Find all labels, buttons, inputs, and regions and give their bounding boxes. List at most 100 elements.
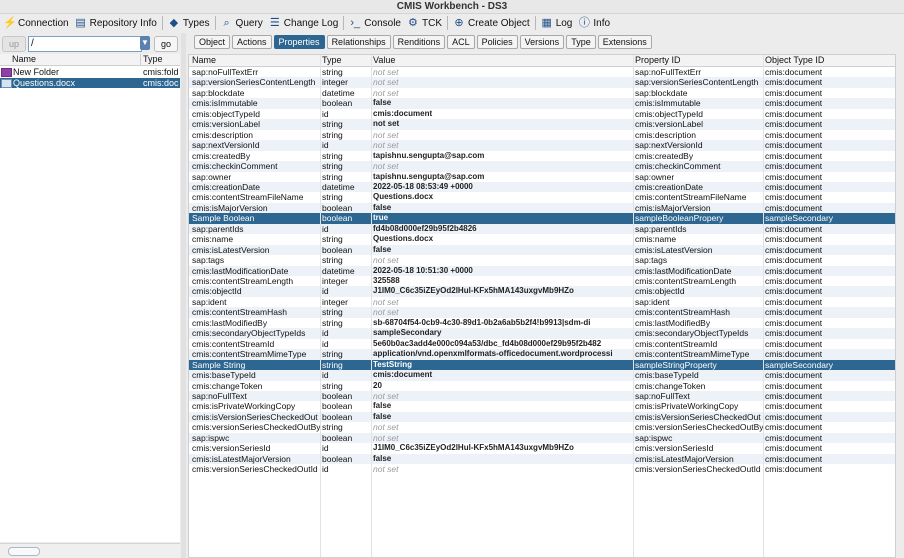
info-icon: ⓘ xyxy=(578,17,590,29)
console-button[interactable]: ›_ Console xyxy=(346,14,404,32)
property-row[interactable]: cmis:changeToken string 20 cmis:changeToken… xyxy=(189,381,895,392)
navigator-horizontal-scrollbar[interactable] xyxy=(0,543,180,558)
property-row[interactable]: cmis:isLatestVersion boolean false cmis:isL… xyxy=(189,244,895,256)
property-object-type-id: cmis:document xyxy=(765,432,823,443)
property-row[interactable]: sap:noFullTextErr string not set sap:noFull… xyxy=(189,67,895,78)
tab-renditions[interactable]: Renditions xyxy=(392,35,446,49)
property-row[interactable]: sap:owner string tapishnu.sengupta@sap.com… xyxy=(189,172,895,183)
property-name: cmis:description xyxy=(192,129,253,140)
column-header-name[interactable]: Name xyxy=(12,54,36,65)
property-row[interactable]: sap:tags string not set sap:tags cmis:docume… xyxy=(189,255,895,266)
go-button[interactable]: go xyxy=(154,36,178,52)
create-object-button[interactable]: ⊕ Create Object xyxy=(450,14,533,32)
path-input[interactable]: / xyxy=(28,36,142,52)
tck-button[interactable]: ⚙ TCK xyxy=(404,14,445,32)
connection-button[interactable]: ⚡ Connection xyxy=(0,14,72,32)
property-row[interactable]: sap:ident integer not set sap:ident cmis:doc… xyxy=(189,297,895,308)
tab-extensions[interactable]: Extensions xyxy=(597,35,652,49)
property-row[interactable]: cmis:checkinComment string not set cmis:che… xyxy=(189,161,895,172)
property-type: id xyxy=(322,223,329,234)
change-log-button[interactable]: ☰ Change Log xyxy=(266,14,342,32)
property-row[interactable]: cmis:versionSeriesCheckedOutBy string not … xyxy=(189,422,895,433)
property-property-id: cmis:versionSeriesCheckedOutBy xyxy=(635,422,763,433)
property-row[interactable]: cmis:isVersionSeriesCheckedOut boolean fal… xyxy=(189,411,895,423)
navigator-item[interactable]: Questions.docx cmis:doc xyxy=(0,77,180,88)
property-row[interactable]: cmis:isLatestMajorVersion boolean false cmi… xyxy=(189,453,895,465)
property-row[interactable]: cmis:contentStreamId id 5e60b0ac3add4e000c… xyxy=(189,339,895,350)
tab-versions[interactable]: Versions xyxy=(519,35,565,49)
property-row[interactable]: cmis:createdBy string tapishnu.sengupta@sa… xyxy=(189,151,895,162)
property-row[interactable]: cmis:lastModifiedBy string sb-68704f54-0cb… xyxy=(189,318,895,329)
property-name: cmis:isImmutable xyxy=(192,98,258,109)
property-type: id xyxy=(322,140,329,151)
property-row[interactable]: cmis:isImmutable boolean false cmis:isImmut… xyxy=(189,98,895,109)
property-row[interactable]: cmis:contentStreamMimeType string applicat… xyxy=(189,349,895,360)
property-property-id: cmis:objectTypeId xyxy=(635,108,704,119)
tab-object[interactable]: Object xyxy=(194,35,231,49)
property-name: cmis:contentStreamId xyxy=(192,338,275,349)
property-type: datetime xyxy=(322,265,355,276)
path-dropdown-button[interactable]: ▼ xyxy=(140,36,150,50)
column-header-name[interactable]: Name xyxy=(192,55,320,66)
property-row[interactable]: sap:blockdate datetime not set sap:blockdat… xyxy=(189,88,895,99)
toolbar-separator xyxy=(534,16,536,30)
property-row[interactable]: Sample String string TestString sampleStrin… xyxy=(189,359,895,371)
log-button[interactable]: ▦ Log xyxy=(538,14,576,32)
property-type: string xyxy=(322,422,343,433)
property-row[interactable]: cmis:baseTypeId id cmis:document cmis:baseT… xyxy=(189,370,895,381)
property-row[interactable]: cmis:contentStreamHash string not set cmis:… xyxy=(189,307,895,318)
property-object-type-id: cmis:document xyxy=(765,140,823,151)
property-row[interactable]: cmis:isPrivateWorkingCopy boolean false cmi… xyxy=(189,401,895,412)
column-header-type[interactable]: Type xyxy=(322,55,371,66)
column-header-value[interactable]: Value xyxy=(373,55,633,66)
column-header-property-id[interactable]: Property ID xyxy=(635,55,763,66)
property-row[interactable]: cmis:description string not set cmis:descri… xyxy=(189,130,895,141)
property-name: sap:versionSeriesContentLength xyxy=(192,77,316,88)
column-header-object-type-id[interactable]: Object Type ID xyxy=(765,55,893,66)
property-row[interactable]: cmis:secondaryObjectTypeIds id sampleSecon… xyxy=(189,328,895,339)
property-row[interactable]: cmis:versionLabel string not set cmis:versi… xyxy=(189,119,895,130)
property-property-id: cmis:isMajorVersion xyxy=(635,202,711,213)
property-row[interactable]: cmis:versionSeriesCheckedOutId id not set c… xyxy=(189,464,895,475)
property-row[interactable]: sap:noFullText boolean not set sap:noFullTe… xyxy=(189,390,895,402)
property-type: boolean xyxy=(322,401,353,412)
property-row[interactable]: sap:versionSeriesContentLength integer not… xyxy=(189,77,895,88)
toolbar-separator xyxy=(161,16,163,30)
property-property-id: cmis:creationDate xyxy=(635,181,704,192)
tab-actions[interactable]: Actions xyxy=(232,35,272,49)
toolbar-label: Query xyxy=(235,17,263,29)
property-row[interactable]: cmis:objectTypeId id cmis:document cmis:obj… xyxy=(189,109,895,120)
tab-properties[interactable]: Properties xyxy=(273,35,325,49)
tab-relationships[interactable]: Relationships xyxy=(326,35,391,49)
tab-acl[interactable]: ACL xyxy=(447,35,475,49)
property-row[interactable]: sap:nextVersionId id not set sap:nextVersio… xyxy=(189,140,895,151)
navigator-item-name: Questions.docx xyxy=(13,77,76,88)
navigator-item[interactable]: New Folder cmis:fold xyxy=(0,67,180,77)
info-button[interactable]: ⓘ Info xyxy=(575,14,613,32)
types-button[interactable]: ◆ Types xyxy=(165,14,213,32)
property-object-type-id: cmis:document xyxy=(765,171,823,182)
property-row[interactable]: cmis:versionSeriesId id J1IM0_C6c35iZEyOd2… xyxy=(189,443,895,454)
up-button[interactable]: up xyxy=(2,36,26,52)
property-name: cmis:createdBy xyxy=(192,150,251,161)
property-name: cmis:contentStreamHash xyxy=(192,307,287,318)
scrollbar-thumb[interactable] xyxy=(8,547,40,556)
property-value: false xyxy=(373,411,392,421)
query-button[interactable]: ⌕ Query xyxy=(218,14,266,32)
tab-policies[interactable]: Policies xyxy=(476,35,518,49)
property-row[interactable]: cmis:isMajorVersion boolean false cmis:isMa… xyxy=(189,202,895,214)
property-row[interactable]: cmis:lastModificationDate datetime 2022-05… xyxy=(189,265,895,277)
property-name: sap:owner xyxy=(192,171,232,182)
property-row[interactable]: Sample Boolean boolean true sampleBooleanPr… xyxy=(189,213,895,224)
property-row[interactable]: cmis:contentStreamFileName string Question… xyxy=(189,192,895,203)
property-row[interactable]: cmis:creationDate datetime 2022-05-18 08:5… xyxy=(189,181,895,193)
column-header-type[interactable]: Type xyxy=(143,54,163,65)
property-row[interactable]: sap:parentIds id fd4b08d000ef29b95f2b4826 s… xyxy=(189,223,895,235)
property-row[interactable]: cmis:name string Questions.docx cmis:name cm… xyxy=(189,234,895,245)
property-row[interactable]: sap:ispwc boolean not set sap:ispwc cmis:doc… xyxy=(189,432,895,444)
property-row[interactable]: cmis:contentStreamLength integer 325588 cmi… xyxy=(189,276,895,287)
tab-type[interactable]: Type xyxy=(566,35,596,49)
property-value: not set xyxy=(373,296,399,307)
repository-info-button[interactable]: ▤ Repository Info xyxy=(72,14,160,32)
property-row[interactable]: cmis:objectId id J1IM0_C6c35iZEyOd2lHul-KF… xyxy=(189,286,895,297)
